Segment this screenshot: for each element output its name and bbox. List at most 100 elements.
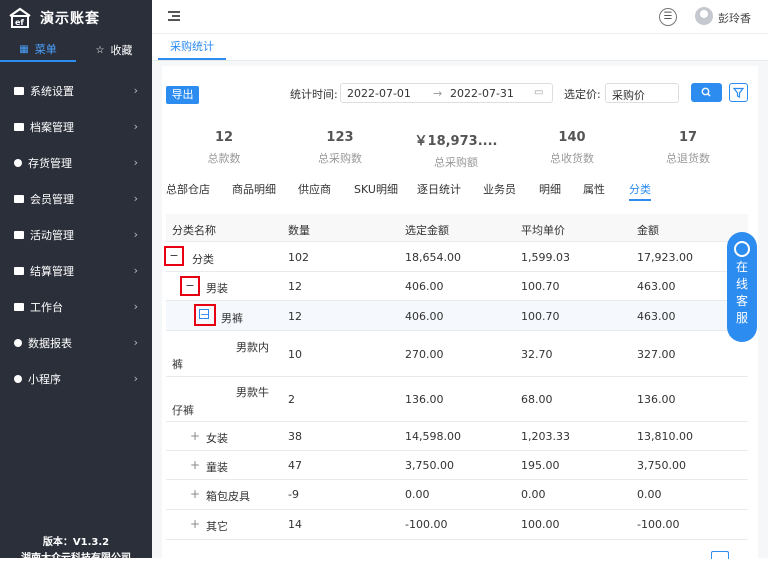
stat-value: ￥18,973.... bbox=[414, 134, 498, 149]
export-button[interactable]: 导出 bbox=[166, 86, 199, 104]
row-qty: 2 bbox=[288, 393, 295, 406]
subtab-category[interactable]: 分类 bbox=[629, 181, 651, 197]
filter-button[interactable] bbox=[729, 83, 748, 102]
service-char: 线 bbox=[735, 277, 748, 291]
sidebar-item-settlement[interactable]: 结算管理 › bbox=[0, 256, 152, 286]
username[interactable]: 彭玲香 bbox=[718, 10, 751, 26]
sidebar-item-reports[interactable]: 数据报表 › bbox=[0, 328, 152, 358]
service-char: 服 bbox=[735, 311, 748, 325]
subtab-attribute[interactable]: 属性 bbox=[583, 181, 605, 197]
sidebar-item-inventory[interactable]: 存货管理 › bbox=[0, 148, 152, 178]
row-name-line1: 男款牛 bbox=[236, 386, 269, 399]
sidebar-tab-menu[interactable]: ▦ 菜单 bbox=[0, 38, 76, 62]
activity-icon bbox=[14, 231, 24, 239]
table-row: + 童装 47 3,750.00 195.00 3,750.00 bbox=[166, 451, 748, 480]
row-qty: 102 bbox=[288, 251, 309, 264]
row-selected-amount: 3,750.00 bbox=[405, 459, 454, 472]
collapse-toggle-icon[interactable]: − bbox=[199, 309, 209, 320]
table-row: − 分类 102 18,654.00 1,599.03 17,923.00 bbox=[164, 242, 748, 272]
stat-total-returned: 17 总退货数 bbox=[630, 130, 746, 166]
row-selected-amount: 14,598.00 bbox=[405, 430, 461, 443]
expand-plus-icon[interactable]: + bbox=[190, 517, 200, 531]
chat-icon bbox=[734, 241, 750, 257]
row-avg-price: 1,599.03 bbox=[521, 251, 570, 264]
chevron-right-icon: › bbox=[133, 300, 138, 313]
workbench-icon bbox=[14, 303, 24, 311]
row-amount: -100.00 bbox=[637, 518, 680, 531]
sidebar-item-workbench[interactable]: 工作台 › bbox=[0, 292, 152, 322]
row-selected-amount: 136.00 bbox=[405, 393, 444, 406]
subtab-supplier[interactable]: 供应商 bbox=[298, 181, 331, 197]
service-char: 客 bbox=[735, 294, 748, 308]
row-selected-amount: 0.00 bbox=[405, 488, 430, 501]
row-amount: 136.00 bbox=[637, 393, 676, 406]
row-avg-price: 68.00 bbox=[521, 393, 553, 406]
chevron-right-icon: › bbox=[133, 156, 138, 169]
sidebar-item-archive[interactable]: 档案管理 › bbox=[0, 112, 152, 142]
collapse-menu-icon[interactable] bbox=[168, 9, 182, 23]
expand-plus-icon[interactable]: + bbox=[190, 487, 200, 501]
sidebar-item-label: 活动管理 bbox=[30, 229, 74, 242]
stat-label: 总退货数 bbox=[666, 152, 710, 165]
subtab-salesman[interactable]: 业务员 bbox=[483, 181, 516, 197]
stat-value: 12 bbox=[214, 130, 234, 145]
calendar-icon: ▭ bbox=[534, 87, 544, 98]
report-icon bbox=[14, 339, 22, 347]
sidebar-item-activities[interactable]: 活动管理 › bbox=[0, 220, 152, 250]
sidebar-item-miniprogram[interactable]: 小程序 › bbox=[0, 364, 152, 394]
table-row: − 男裤 12 406.00 100.70 463.00 bbox=[166, 301, 748, 331]
sidebar-tab-favorites[interactable]: ☆ 收藏 bbox=[76, 38, 152, 62]
row-name: 其它 bbox=[206, 520, 228, 533]
sidebar-item-system-settings[interactable]: 系统设置 › bbox=[0, 76, 152, 106]
row-amount: 463.00 bbox=[637, 310, 676, 323]
table-row: 男款牛 仔裤 2 136.00 68.00 136.00 bbox=[166, 377, 748, 422]
subtab-daily[interactable]: 逐日统计 bbox=[417, 181, 461, 197]
date-end: 2022-07-31 bbox=[450, 87, 514, 100]
row-qty: 12 bbox=[288, 280, 302, 293]
column-header: 平均单价 bbox=[521, 224, 565, 237]
subtab-product-detail[interactable]: 商品明细 bbox=[232, 181, 276, 197]
star-icon: ☆ bbox=[95, 44, 105, 56]
collapse-toggle-icon[interactable]: − bbox=[169, 250, 179, 261]
stat-label: 总采购额 bbox=[434, 156, 478, 169]
date-start: 2022-07-01 bbox=[347, 87, 411, 100]
row-amount: 3,750.00 bbox=[637, 459, 686, 472]
miniprogram-icon bbox=[14, 375, 22, 383]
row-name-line2: 仔裤 bbox=[172, 404, 194, 417]
row-avg-price: 0.00 bbox=[521, 488, 546, 501]
subtab-detail[interactable]: 明细 bbox=[539, 181, 561, 197]
chevron-right-icon: › bbox=[133, 84, 138, 97]
subtab-sku-detail[interactable]: SKU明细 bbox=[354, 181, 398, 197]
table-row: + 其它 14 -100.00 100.00 -100.00 bbox=[166, 510, 748, 540]
row-name: 童装 bbox=[206, 461, 228, 474]
subtab-warehouse[interactable]: 总部仓店 bbox=[166, 181, 210, 197]
tab-purchase-stats[interactable]: 采购统计 bbox=[158, 34, 226, 60]
chevron-right-icon: › bbox=[133, 120, 138, 133]
stat-label: 总采购数 bbox=[318, 152, 362, 165]
table-header: 分类名称 数量 选定金额 平均单价 金额 bbox=[166, 214, 748, 242]
main-area: 导出 统计时间: 2022-07-01 → 2022-07-31 ▭ 选定价: … bbox=[152, 61, 768, 558]
chevron-right-icon: › bbox=[133, 228, 138, 241]
row-avg-price: 100.00 bbox=[521, 518, 560, 531]
price-select[interactable]: 采购价 ⌄ bbox=[605, 83, 679, 103]
content-panel: 导出 统计时间: 2022-07-01 → 2022-07-31 ▭ 选定价: … bbox=[162, 66, 758, 558]
online-service-button[interactable]: 在 线 客 服 bbox=[727, 232, 757, 342]
sidebar-item-members[interactable]: 会员管理 › bbox=[0, 184, 152, 214]
collapse-toggle-icon[interactable]: − bbox=[185, 280, 195, 291]
row-selected-amount: 270.00 bbox=[405, 348, 444, 361]
search-button[interactable] bbox=[691, 83, 722, 102]
subtab-active-indicator bbox=[629, 199, 651, 201]
avatar[interactable] bbox=[695, 7, 713, 25]
date-range-picker[interactable]: 2022-07-01 → 2022-07-31 ▭ bbox=[340, 83, 553, 103]
row-amount: 463.00 bbox=[637, 280, 676, 293]
svg-text:ef: ef bbox=[15, 18, 24, 27]
row-amount: 13,810.00 bbox=[637, 430, 693, 443]
sidebar-item-label: 存货管理 bbox=[28, 157, 72, 170]
expand-plus-icon[interactable]: + bbox=[190, 458, 200, 472]
price-label: 选定价: bbox=[564, 88, 601, 101]
row-qty: 47 bbox=[288, 459, 302, 472]
menu-circle-icon[interactable]: ☰ bbox=[659, 8, 677, 26]
expand-plus-icon[interactable]: + bbox=[190, 429, 200, 443]
sidebar-item-label: 工作台 bbox=[30, 301, 63, 314]
row-avg-price: 100.70 bbox=[521, 280, 560, 293]
